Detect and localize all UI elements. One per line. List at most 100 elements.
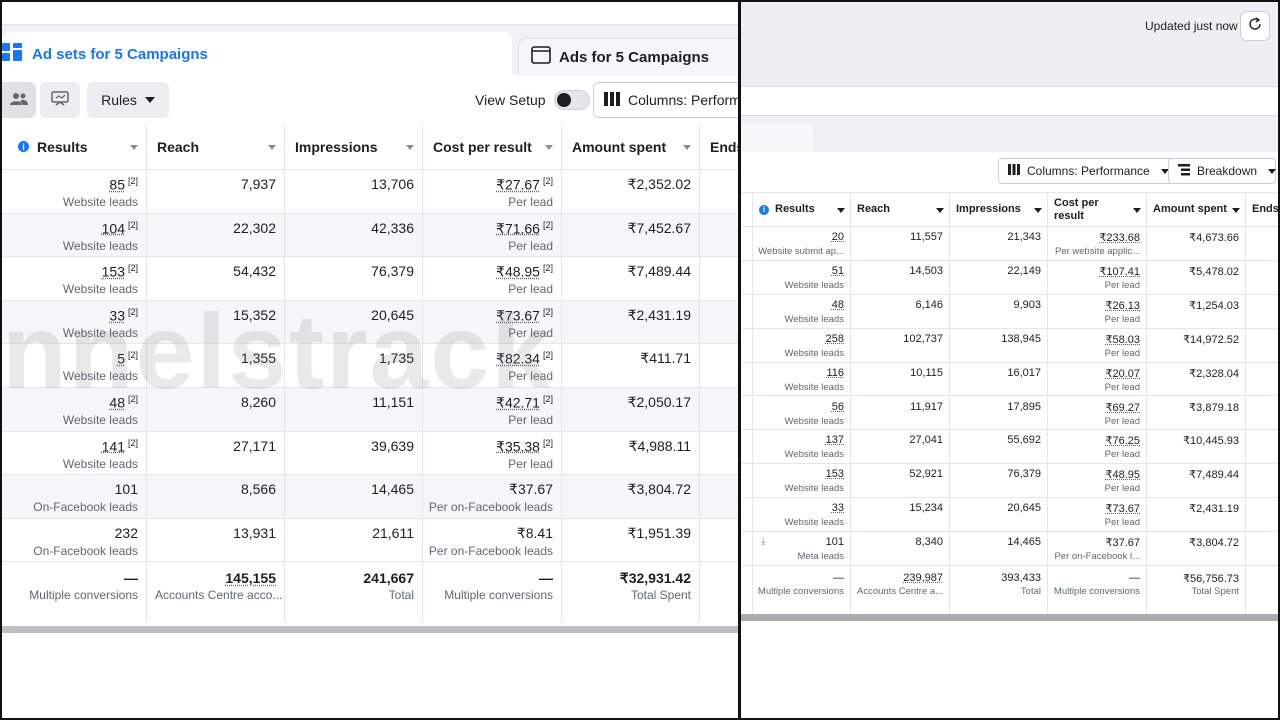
totals-subtext: Total [1020, 586, 1041, 597]
column-header[interactable]: Ends [700, 124, 738, 169]
cell-value-text: 1,355 [240, 350, 276, 367]
right-horizontal-scrollbar[interactable] [741, 614, 1278, 621]
view-setup-toggle[interactable] [553, 90, 590, 110]
cell-subtext: Website leads [62, 456, 138, 471]
cell-value-text: 54,432 [233, 263, 276, 280]
table-row[interactable]: 153 Website leads 52,921 76,379 ₹48.95 Per le… [741, 464, 1278, 499]
tab-ads[interactable]: Ads for 5 Campaigns [518, 38, 738, 76]
column-header[interactable]: Amount spent [1147, 193, 1246, 226]
cell-value: 48 [831, 298, 844, 311]
table-row[interactable]: ⤓ 101 Meta leads 8,340 14,465 ₹37.67 Per on-Fa… [741, 532, 1278, 566]
cell-subtext: Per lead [1104, 449, 1140, 461]
cell-value: 13,931 [233, 525, 276, 541]
cell-value-text: ₹71.66 [496, 220, 540, 237]
totals-cell: — Multiple conversions [753, 566, 851, 614]
table-row[interactable]: 258 Website leads 102,737 138,945 ₹58.03 Per … [741, 328, 1278, 363]
cell-value-text: 8,566 [240, 481, 276, 498]
footnote-marker: [2] [127, 306, 138, 317]
column-header[interactable]: Reach [147, 124, 285, 169]
columns-button[interactable]: Columns: Performa [593, 82, 738, 118]
cell-value: ₹76.25 [1105, 435, 1140, 448]
totals-subtext: Multiple conversions [29, 588, 138, 603]
table-row[interactable]: 48 [2] Website leads 8,260 11,151 ₹42.71 [2] Pe… [2, 388, 738, 432]
chart-switch-button[interactable] [40, 82, 80, 118]
cell-value: 8,340 [915, 536, 943, 549]
cell-subtext: Website leads [784, 483, 845, 495]
totals-value: 241,667 [363, 570, 414, 587]
sort-caret-icon [1133, 207, 1141, 213]
table-row[interactable]: 51 Website leads 14,503 22,149 ₹107.41 Per le… [741, 260, 1278, 295]
table-row[interactable]: 104 [2] Website leads 22,302 42,336 ₹71.66 [2]… [2, 213, 738, 258]
table-cell: ₹1,254.03 [1147, 294, 1246, 328]
cell-value-text: 85 [109, 176, 125, 193]
cell-value-text: 14,465 [371, 481, 414, 498]
table-row[interactable]: 33 Website leads 15,234 20,645 ₹73.67 Per lea… [741, 498, 1278, 533]
table-row[interactable]: 56 Website leads 11,917 17,895 ₹69.27 Per lea… [741, 396, 1278, 431]
right-search-bar[interactable] [741, 86, 1278, 116]
table-row[interactable]: 33 [2] Website leads 15,352 20,645 ₹73.67 [2] P… [2, 300, 738, 345]
column-header[interactable] [741, 193, 753, 226]
table-cell: ₹48.95 [2] Per lead [423, 257, 562, 300]
rules-button[interactable]: Rules [87, 82, 169, 118]
table-cell: 8,566 [147, 475, 285, 518]
footnote-marker: [2] [542, 176, 553, 186]
cell-value-text: ₹2,050.17 [627, 394, 691, 410]
cell-value: 21,611 [372, 525, 414, 541]
cell-subtext: On-Facebook leads [33, 543, 138, 558]
table-cell [741, 294, 753, 328]
column-header[interactable]: Cost per result [1048, 193, 1147, 226]
table-cell: 232 On-Facebook leads [2, 518, 147, 562]
right-tab-stub[interactable] [741, 124, 813, 152]
cell-value-text: ₹48.95 [496, 263, 540, 280]
right-columns-button[interactable]: Columns: Performance [998, 158, 1179, 184]
footnote-marker: [2] [127, 350, 138, 361]
table-cell: 13,931 [147, 518, 285, 562]
cell-value: 20 [831, 231, 844, 243]
table-row[interactable]: 20 Website submit ap... 11,557 21,343 ₹233.6… [741, 227, 1278, 261]
view-setup: View Setup [475, 90, 590, 110]
table-row[interactable]: 141 [2] Website leads 27,171 39,639 ₹35.38 [2]… [2, 431, 738, 476]
table-cell [741, 362, 753, 396]
table-cell: ₹5,478.02 [1147, 260, 1246, 294]
people-view-button[interactable] [2, 82, 36, 118]
column-header[interactable]: i Results [2, 124, 147, 169]
table-row[interactable]: 85 [2] Website leads 7,937 13,706 ₹27.67 [2] Pe… [2, 170, 738, 214]
column-header[interactable]: i Results [753, 193, 851, 226]
table-cell: 137 Website leads [753, 430, 851, 464]
tab-ad-sets[interactable]: Ad sets for 5 Campaigns [2, 32, 512, 76]
table-row[interactable]: 48 Website leads 6,146 9,903 ₹26.13 Per lead ₹… [741, 294, 1278, 329]
table-row[interactable]: 5 [2] Website leads 1,355 1,735 ₹82.34 [2] Per … [2, 344, 738, 388]
cell-value: 138,945 [1001, 332, 1041, 345]
table-cell [741, 227, 753, 260]
cell-subtext: Per lead [1104, 483, 1140, 495]
column-header-label: Results [37, 138, 88, 155]
column-header[interactable]: Amount spent [562, 124, 700, 169]
table-row[interactable]: 232 On-Facebook leads 13,931 21,611 ₹8.41 Per… [2, 518, 738, 563]
breakdown-button[interactable]: Breakdown [1168, 158, 1277, 184]
column-header[interactable]: Ends [1246, 193, 1278, 226]
column-header[interactable]: Impressions [285, 124, 423, 169]
totals-subtext: Accounts Centre acco... [155, 588, 283, 603]
cell-subtext: Per on-Facebook leads [428, 500, 553, 515]
left-horizontal-scrollbar[interactable] [2, 626, 738, 633]
cell-value-text: 76,379 [371, 263, 414, 280]
cell-value: 10,115 [910, 366, 943, 379]
sort-caret-icon [268, 144, 276, 150]
totals-cell: 145,155 Accounts Centre acco... [147, 562, 285, 623]
cell-value: 76,379 [1007, 468, 1041, 481]
column-header[interactable]: Reach [851, 193, 950, 226]
cell-value: ₹37.67 [1105, 537, 1140, 550]
table-row[interactable]: 137 Website leads 27,041 55,692 ₹76.25 Per le… [741, 430, 1278, 465]
table-row[interactable]: 101 On-Facebook leads 8,566 14,465 ₹37.67 Per… [2, 475, 738, 519]
table-row[interactable]: 116 Website leads 10,115 16,017 ₹20.07 Per le… [741, 362, 1278, 397]
refresh-button[interactable] [1240, 11, 1270, 41]
cell-value: 137 [825, 434, 844, 447]
column-header[interactable]: Cost per result [423, 124, 562, 169]
table-row[interactable]: 153 [2] Website leads 54,432 76,379 ₹48.95 [2]… [2, 257, 738, 301]
cell-value: ₹48.95 [2] [496, 263, 553, 281]
right-top-bar: Updated just now [741, 2, 1278, 50]
column-header[interactable]: Impressions [950, 193, 1048, 226]
cell-value: ₹73.67 [2] [496, 307, 553, 325]
cell-subtext: Per lead [1104, 313, 1140, 325]
cell-value: 104 [2] [102, 220, 138, 237]
